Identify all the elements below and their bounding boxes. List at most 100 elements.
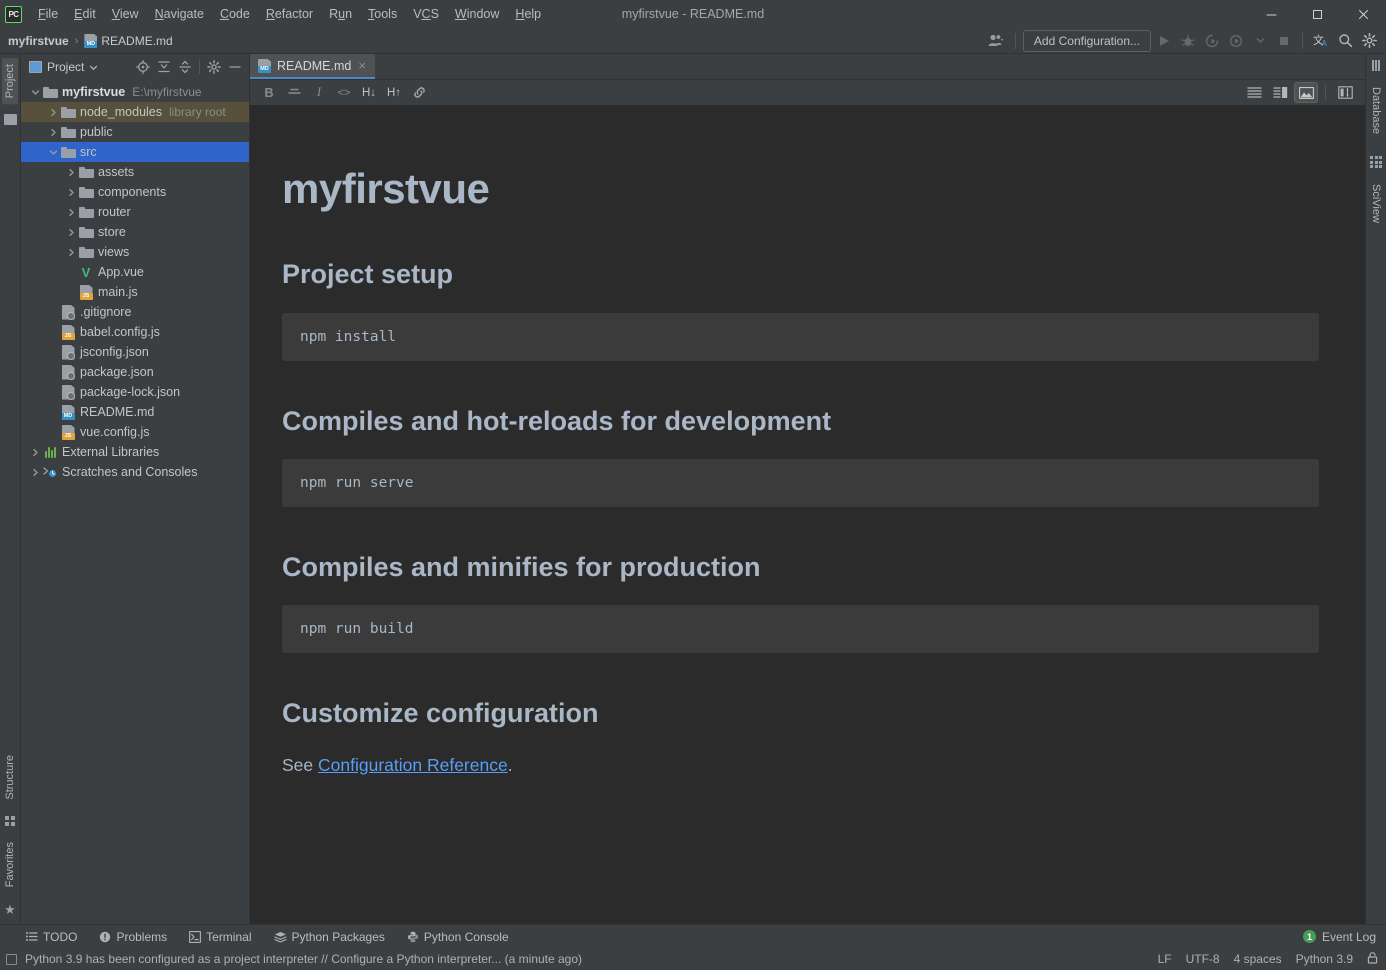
tree-row-external-libraries[interactable]: External Libraries	[21, 442, 249, 462]
breadcrumb-file[interactable]: MD README.md	[84, 33, 173, 48]
menu-item-window[interactable]: Window	[447, 3, 507, 25]
chevron-right-icon[interactable]	[65, 168, 78, 177]
menu-item-code[interactable]: Code	[212, 3, 258, 25]
breadcrumb: myfirstvue › MD README.md	[8, 33, 173, 48]
breadcrumb-root[interactable]: myfirstvue	[8, 34, 69, 48]
translate-icon[interactable]: 文 A	[1310, 30, 1332, 52]
status-message[interactable]: Python 3.9 has been configured as a proj…	[25, 952, 582, 966]
tree-row-myfirstvue[interactable]: myfirstvue E:\myfirstvue	[21, 82, 249, 102]
tree-row-public[interactable]: public	[21, 122, 249, 142]
add-configuration-button[interactable]: Add Configuration...	[1022, 29, 1151, 52]
debug-icon[interactable]	[1177, 30, 1199, 52]
chevron-right-icon[interactable]	[65, 188, 78, 197]
maximize-button[interactable]	[1294, 0, 1340, 28]
tool-button-terminal[interactable]: Terminal	[189, 930, 252, 944]
tool-button-todo[interactable]: TODO	[26, 930, 77, 944]
sidebar-item-database[interactable]: Database	[1368, 81, 1384, 140]
minimize-button[interactable]	[1248, 0, 1294, 28]
tree-row-vue-config-js[interactable]: JS vue.config.js	[21, 422, 249, 442]
configuration-reference-link[interactable]: Configuration Reference	[318, 755, 508, 775]
collapse-all-icon[interactable]	[175, 57, 195, 77]
chevron-right-icon[interactable]	[65, 228, 78, 237]
menu-item-vcs[interactable]: VCS	[405, 3, 447, 25]
toggle-split-layout[interactable]	[1333, 82, 1357, 103]
tree-row-assets[interactable]: assets	[21, 162, 249, 182]
indent-indicator[interactable]: 4 spaces	[1234, 952, 1282, 966]
lock-icon[interactable]	[1367, 951, 1378, 967]
settings-icon[interactable]	[1358, 30, 1380, 52]
tree-row-package-lock-json[interactable]: package-lock.json	[21, 382, 249, 402]
interpreter-indicator[interactable]: Python 3.9	[1296, 952, 1353, 966]
project-file-tree[interactable]: myfirstvue E:\myfirstvue node_modules libra…	[21, 80, 249, 924]
tree-row-router[interactable]: router	[21, 202, 249, 222]
tree-row-main-js[interactable]: JS main.js	[21, 282, 249, 302]
settings-icon[interactable]	[204, 57, 224, 77]
chevron-right-icon[interactable]	[29, 468, 42, 477]
menu-item-help[interactable]: Help	[507, 3, 549, 25]
bold-button[interactable]: B	[258, 82, 280, 103]
tree-row-app-vue[interactable]: V App.vue	[21, 262, 249, 282]
user-avatar-icon[interactable]	[985, 30, 1008, 52]
hide-panel-icon[interactable]	[225, 57, 245, 77]
tree-row-components[interactable]: components	[21, 182, 249, 202]
search-icon[interactable]	[1334, 30, 1356, 52]
tree-row-views[interactable]: views	[21, 242, 249, 262]
menu-item-run[interactable]: Run	[321, 3, 360, 25]
sidebar-item-project[interactable]: Project	[2, 58, 18, 105]
sidebar-item-structure[interactable]: Structure	[2, 749, 18, 806]
menu-item-tools[interactable]: Tools	[360, 3, 405, 25]
close-icon[interactable]: ×	[357, 59, 367, 72]
italic-button[interactable]: I	[308, 82, 330, 103]
menu-item-refactor[interactable]: Refactor	[258, 3, 321, 25]
tree-row-node-modules[interactable]: node_modules library root	[21, 102, 249, 122]
heading-down-button[interactable]: H↓	[358, 82, 380, 103]
tree-row-babel-config-js[interactable]: JS babel.config.js	[21, 322, 249, 342]
menu-item-navigate[interactable]: Navigate	[147, 3, 212, 25]
event-log-button[interactable]: 1 Event Log	[1302, 930, 1386, 944]
heading-up-button[interactable]: H↑	[383, 82, 405, 103]
status-checkbox-icon[interactable]	[6, 953, 17, 965]
menu-item-file[interactable]: File	[30, 3, 66, 25]
menu-item-edit[interactable]: Edit	[66, 3, 104, 25]
tree-row-readme-md[interactable]: MD README.md	[21, 402, 249, 422]
menu-item-view[interactable]: View	[104, 3, 147, 25]
run-coverage-icon[interactable]	[1201, 30, 1223, 52]
tool-button-python-console[interactable]: Python Console	[407, 930, 509, 944]
tree-row-store[interactable]: store	[21, 222, 249, 242]
expand-all-icon[interactable]	[154, 57, 174, 77]
select-opened-file-icon[interactable]	[133, 57, 153, 77]
tool-button-python-packages[interactable]: Python Packages	[273, 930, 385, 944]
tool-button-problems[interactable]: Problems	[99, 930, 167, 944]
project-panel-title[interactable]: Project	[29, 60, 98, 74]
line-separator-indicator[interactable]: LF	[1158, 952, 1172, 966]
chevron-down-icon[interactable]	[89, 63, 98, 72]
chevron-right-icon[interactable]	[47, 128, 60, 137]
strikethrough-button[interactable]	[283, 82, 305, 103]
close-button[interactable]	[1340, 0, 1386, 28]
chevron-right-icon[interactable]	[65, 208, 78, 217]
editor-only-view[interactable]	[1242, 82, 1266, 103]
chevron-right-icon[interactable]	[65, 248, 78, 257]
preview-only-view[interactable]	[1294, 82, 1318, 103]
link-button[interactable]	[408, 82, 430, 103]
chevron-right-icon[interactable]	[47, 108, 60, 117]
tree-row-jsconfig-json[interactable]: jsconfig.json	[21, 342, 249, 362]
sidebar-item-favorites[interactable]: Favorites	[2, 836, 18, 893]
breadcrumb-file-label: README.md	[101, 33, 173, 48]
editor-and-preview-view[interactable]	[1268, 82, 1292, 103]
code-button[interactable]: <>	[333, 82, 355, 103]
chevron-right-icon[interactable]	[29, 448, 42, 457]
tree-row-scratches-and-consoles[interactable]: Scratches and Consoles	[21, 462, 249, 482]
run-icon[interactable]	[1153, 30, 1175, 52]
profile-icon[interactable]	[1225, 30, 1247, 52]
chevron-down-icon[interactable]	[47, 148, 60, 157]
tab-readme-md[interactable]: MD README.md ×	[250, 54, 375, 79]
tree-row-src[interactable]: src	[21, 142, 249, 162]
sidebar-item-sciview[interactable]: SciView	[1368, 178, 1384, 229]
encoding-indicator[interactable]: UTF-8	[1186, 952, 1220, 966]
chevron-down-icon[interactable]	[29, 88, 42, 97]
chevron-down-icon[interactable]	[1249, 30, 1271, 52]
tree-row--gitignore[interactable]: .gitignore	[21, 302, 249, 322]
stop-icon[interactable]	[1273, 30, 1295, 52]
tree-row-package-json[interactable]: package.json	[21, 362, 249, 382]
